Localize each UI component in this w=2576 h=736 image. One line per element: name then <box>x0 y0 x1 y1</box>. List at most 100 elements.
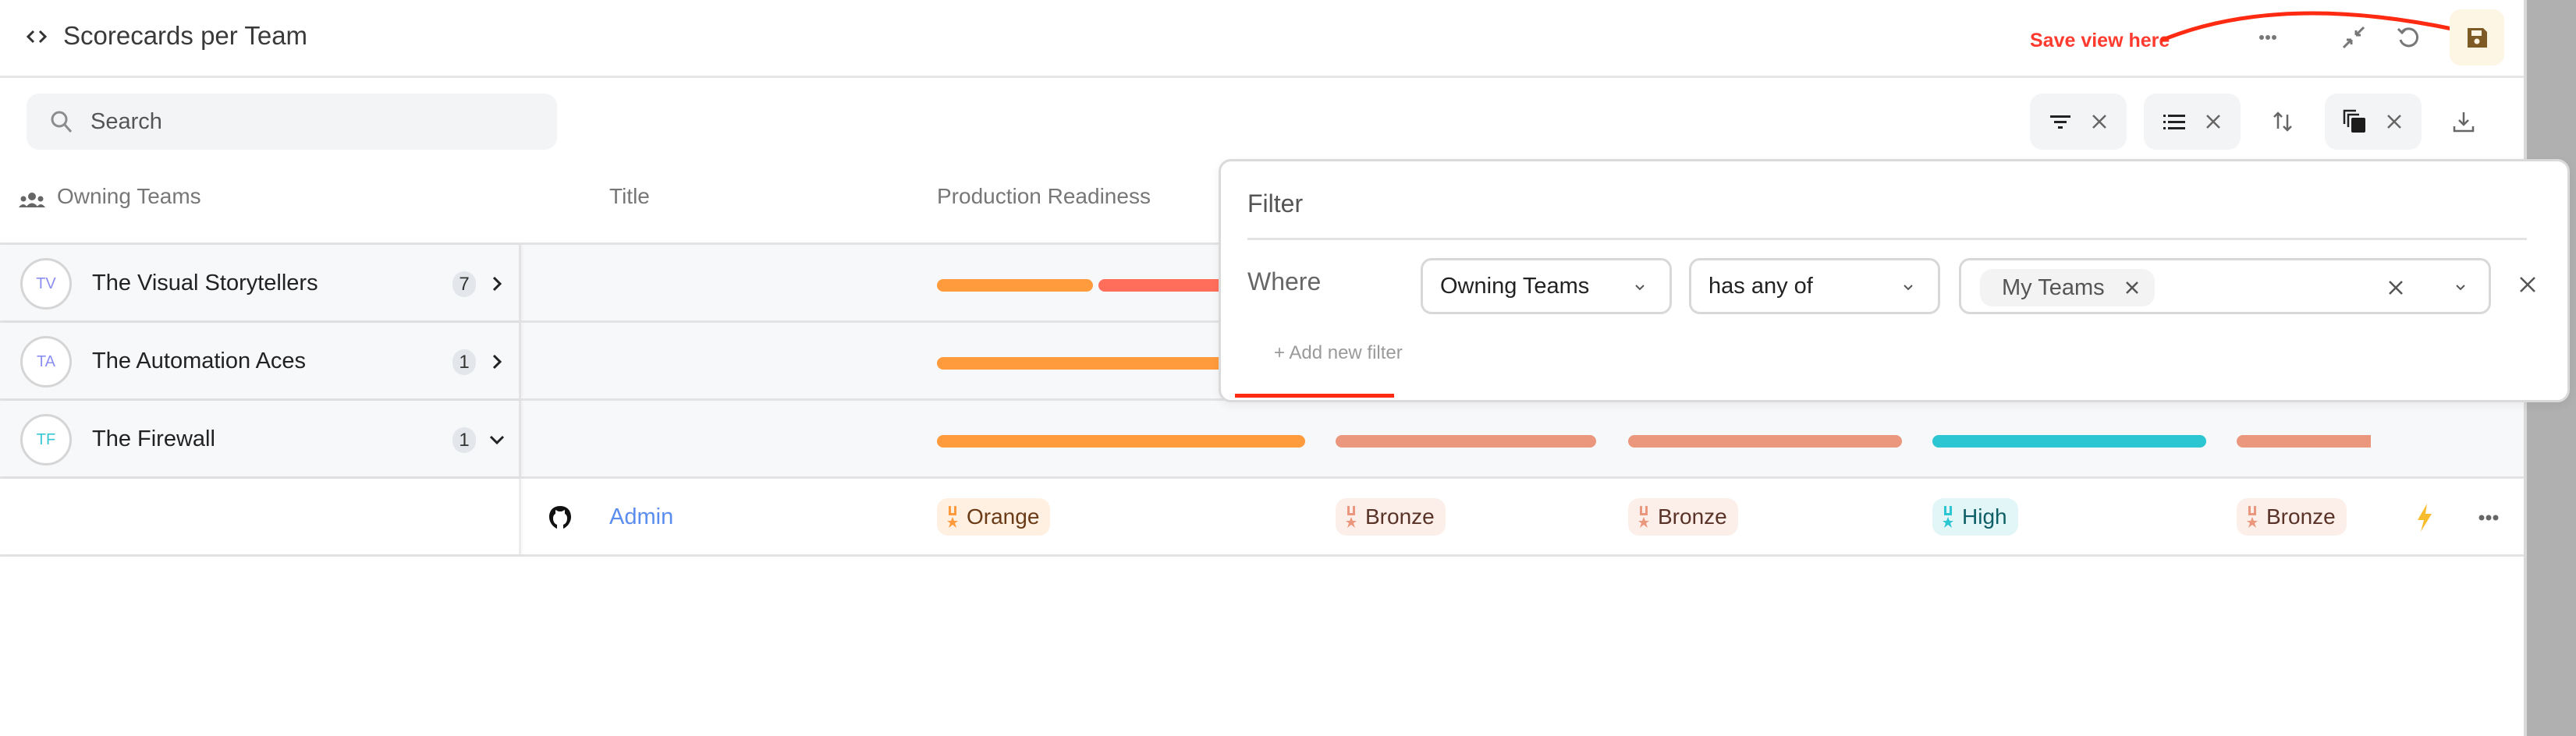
layers-toggle-group <box>2325 94 2422 150</box>
medal-label: High <box>1962 504 2007 529</box>
filter-value-multiselect[interactable]: My Teams <box>1959 258 2491 314</box>
group-by-toggle-group <box>2144 94 2241 150</box>
download-button[interactable] <box>2440 94 2487 150</box>
clear-values-icon[interactable] <box>2386 278 2406 298</box>
count-badge: 7 <box>452 271 476 297</box>
medal-icon <box>947 506 958 528</box>
team-icon <box>19 193 45 207</box>
team-name: The Automation Aces <box>92 349 307 373</box>
team-name: The Visual Storytellers <box>92 271 318 295</box>
chevron-down-icon[interactable] <box>2453 279 2468 295</box>
medal-icon <box>1638 506 1649 528</box>
filter-toggle-group <box>2030 94 2127 150</box>
score-bar <box>937 279 1093 292</box>
medal-icon <box>1943 506 1953 528</box>
group-by-button[interactable] <box>2161 108 2187 135</box>
close-icon <box>2205 115 2220 129</box>
avatar-initials: TA <box>36 352 56 370</box>
score-bar <box>1336 435 1596 448</box>
filter-popover: Filter Where Owning Teams has any of My … <box>1219 159 2570 402</box>
annotation-underline <box>1235 394 1394 398</box>
where-label: Where <box>1247 267 1322 295</box>
avatar: TV <box>20 258 72 310</box>
clear-layers-button[interactable] <box>2383 111 2405 133</box>
clear-filter-button[interactable] <box>2088 111 2110 133</box>
column-header-title[interactable]: Title <box>609 184 650 209</box>
score-bar <box>937 435 1305 448</box>
page-header: Scorecards per Team Save view here <box>0 0 2524 78</box>
remove-filter-icon[interactable] <box>2516 273 2539 296</box>
score-bar <box>937 357 1223 370</box>
group-cell: TV The Visual Storytellers 7 <box>0 245 521 320</box>
medal-badge: Bronze <box>2237 498 2347 536</box>
reset-button[interactable] <box>2381 9 2436 65</box>
page-title: Scorecards per Team <box>63 21 308 50</box>
chevron-down-icon[interactable] <box>488 427 506 452</box>
medal-label: Orange <box>967 504 1040 529</box>
sort-button[interactable] <box>2259 94 2306 150</box>
sort-icon <box>2273 111 2292 132</box>
medal-label: Bronze <box>1658 504 1727 529</box>
score-bar <box>2237 435 2371 448</box>
value-chip-label: My Teams <box>2002 274 2105 300</box>
close-icon <box>2386 115 2401 129</box>
chevron-right-icon[interactable] <box>488 271 506 296</box>
medal-badge: Orange <box>937 498 1051 536</box>
collapse-button[interactable] <box>2326 9 2381 65</box>
filter-title: Filter <box>1247 189 1304 218</box>
medal-badge: Bronze <box>1628 498 1738 536</box>
filter-icon <box>2049 115 2070 129</box>
group-cell: TF The Firewall 1 <box>0 401 521 476</box>
more-options-button[interactable] <box>2241 9 2295 65</box>
table-row[interactable]: Admin Orange Bronze Bronze High Bronze <box>0 479 2524 557</box>
clear-group-by-button[interactable] <box>2202 111 2224 133</box>
filter-operator-value: has any of <box>1708 273 1813 299</box>
filter-field-value: Owning Teams <box>1440 273 1590 299</box>
annotation-label: Save view here <box>2030 30 2170 51</box>
divider <box>1247 238 2527 240</box>
avatar: TA <box>20 336 72 387</box>
save-icon <box>2468 28 2487 48</box>
remove-chip-icon[interactable] <box>2124 279 2141 296</box>
row-actions-button[interactable] <box>2473 506 2504 529</box>
layers-button[interactable] <box>2342 108 2368 135</box>
avatar-initials: TV <box>36 274 56 292</box>
add-new-filter-button[interactable]: + Add new filter <box>1274 342 1403 364</box>
item-title-link[interactable]: Admin <box>609 504 673 530</box>
column-header-owning-teams[interactable]: Owning Teams <box>57 184 201 209</box>
filter-button[interactable] <box>2047 108 2074 135</box>
medal-icon <box>1346 506 1357 528</box>
medal-icon <box>2247 506 2258 528</box>
collapse-icon <box>2342 26 2365 49</box>
github-icon <box>549 506 571 529</box>
avatar-initials: TF <box>36 430 56 448</box>
medal-label: Bronze <box>1365 504 1435 529</box>
more-horizontal-icon <box>2478 515 2499 521</box>
copy-stack-icon <box>2343 109 2365 133</box>
group-row-firewall[interactable]: TF The Firewall 1 <box>0 401 2524 479</box>
list-icon <box>2163 115 2185 129</box>
score-bar <box>1932 435 2206 448</box>
search-box[interactable] <box>27 94 557 150</box>
team-name: The Firewall <box>92 426 215 451</box>
group-cell-empty <box>0 479 521 554</box>
count-badge: 1 <box>452 349 476 375</box>
column-header-production-readiness[interactable]: Production Readiness <box>937 184 1151 209</box>
reset-icon <box>2397 27 2419 48</box>
search-icon <box>51 111 73 133</box>
score-bar <box>1628 435 1902 448</box>
medal-label: Bronze <box>2266 504 2336 529</box>
filter-field-select[interactable]: Owning Teams <box>1421 258 1672 314</box>
score-bar <box>1098 279 1223 292</box>
filter-operator-select[interactable]: has any of <box>1689 258 1940 314</box>
lightning-icon[interactable] <box>2413 502 2436 533</box>
save-view-button[interactable] <box>2450 9 2504 65</box>
chevron-down-icon <box>1904 285 1913 291</box>
chevron-right-icon[interactable] <box>488 349 506 374</box>
avatar: TF <box>20 414 72 465</box>
medal-badge: High <box>1932 498 2018 536</box>
count-badge: 1 <box>452 427 476 453</box>
search-input[interactable] <box>90 108 527 135</box>
code-icon[interactable] <box>25 23 48 50</box>
close-icon <box>2092 115 2106 129</box>
